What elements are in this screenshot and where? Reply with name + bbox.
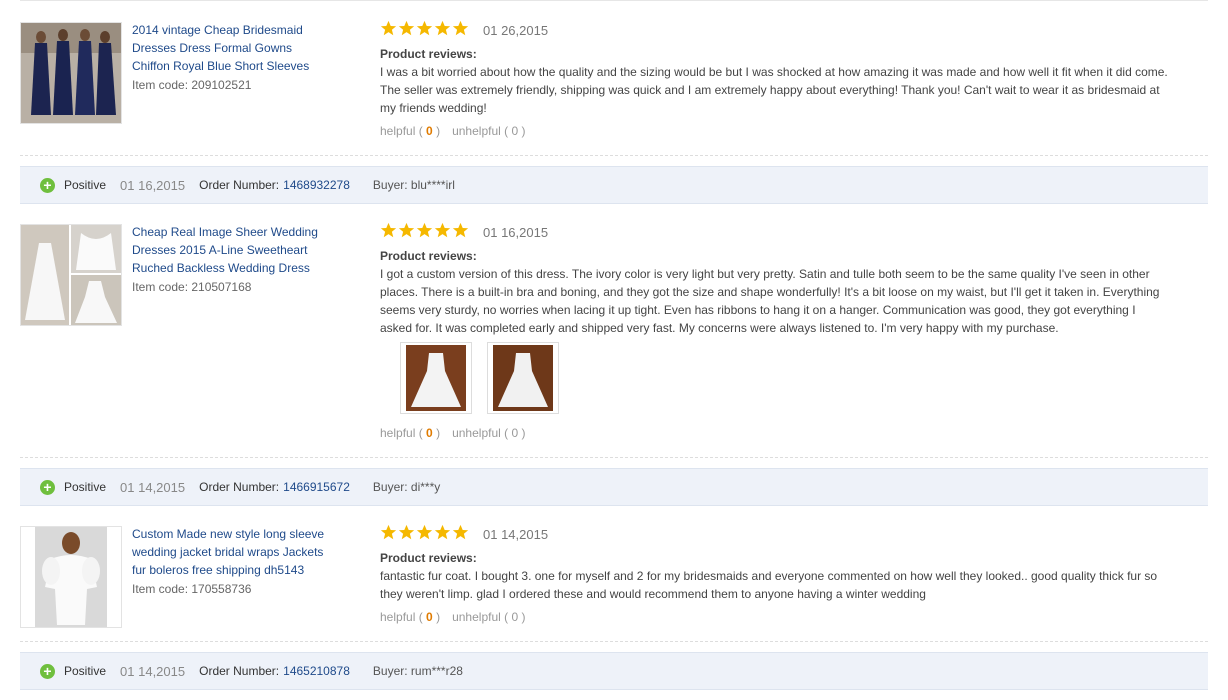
divider <box>20 641 1208 642</box>
order-number-label: Order Number: <box>199 664 280 678</box>
review-text: I was a bit worried about how the qualit… <box>380 65 1168 115</box>
unhelpful-count: 0 <box>511 426 519 440</box>
review-text: I got a custom version of this dress. Th… <box>380 267 1160 335</box>
star-icon <box>398 20 415 36</box>
helpful-link[interactable]: helpful ( 0 ) <box>380 426 440 440</box>
item-code: Item code: 210507168 <box>132 280 252 294</box>
star-rating <box>380 222 469 242</box>
review-photo[interactable] <box>400 342 472 414</box>
item-code: Item code: 170558736 <box>132 582 252 596</box>
review-header-bar: + Positive 01 14,2015 Order Number: 1465… <box>20 652 1208 690</box>
plus-circle-icon: + <box>40 479 55 495</box>
product-reviews-label: Product reviews: <box>380 249 477 263</box>
star-icon <box>434 20 451 36</box>
item-code: Item code: 209102521 <box>132 78 252 92</box>
helpful-count: 0 <box>426 124 433 138</box>
star-icon <box>434 524 451 540</box>
order-number[interactable]: 1468932278 <box>283 178 350 192</box>
star-icon <box>398 524 415 540</box>
buyer-name: Buyer: di***y <box>372 480 441 494</box>
dress-photo-image <box>493 345 553 411</box>
buyer-name: Buyer: rum***r28 <box>372 664 463 678</box>
bridesmaid-dresses-image <box>21 23 121 123</box>
star-icon <box>398 222 415 238</box>
plus-circle-icon: + <box>40 663 55 679</box>
sentiment-label: Positive <box>64 480 107 494</box>
divider <box>20 457 1208 458</box>
review-header-bar: + Positive 01 16,2015 Order Number: 1468… <box>20 166 1208 204</box>
order-date: 01 16,2015 <box>120 177 186 193</box>
divider <box>20 155 1208 156</box>
product-title-link[interactable]: 2014 vintage Cheap Bridesmaid Dresses Dr… <box>132 21 332 75</box>
star-icon <box>452 20 469 36</box>
unhelpful-count: 0 <box>511 124 519 138</box>
helpful-count: 0 <box>426 610 433 624</box>
vote-row: helpful ( 0 ) unhelpful ( 0 ) <box>380 426 526 440</box>
product-thumbnail[interactable] <box>20 526 122 628</box>
unhelpful-link[interactable]: unhelpful ( 0 ) <box>452 610 525 624</box>
dress-photo-image <box>406 345 466 411</box>
order-number[interactable]: 1465210878 <box>283 664 350 678</box>
review-date: 01 14,2015 <box>483 527 549 542</box>
vote-row: helpful ( 0 ) unhelpful ( 0 ) <box>380 124 526 138</box>
helpful-link[interactable]: helpful ( 0 ) <box>380 124 440 138</box>
star-icon <box>416 524 433 540</box>
helpful-link[interactable]: helpful ( 0 ) <box>380 610 440 624</box>
product-thumbnail[interactable] <box>20 224 122 326</box>
star-icon <box>380 524 397 540</box>
product-title-link[interactable]: Custom Made new style long sleeve weddin… <box>132 525 332 579</box>
fur-bolero-image <box>21 527 121 627</box>
plus-circle-icon: + <box>40 177 55 193</box>
product-reviews-label: Product reviews: <box>380 551 477 565</box>
sentiment-label: Positive <box>64 178 107 192</box>
review-text: fantastic fur coat. I bought 3. one for … <box>380 569 1158 601</box>
buyer-name: Buyer: blu****irl <box>372 178 455 192</box>
order-date: 01 14,2015 <box>120 479 186 495</box>
order-number[interactable]: 1466915672 <box>283 480 350 494</box>
unhelpful-link[interactable]: unhelpful ( 0 ) <box>452 426 525 440</box>
top-divider <box>20 0 1208 1</box>
star-icon <box>416 20 433 36</box>
star-icon <box>452 222 469 238</box>
review-header-bar: + Positive 01 14,2015 Order Number: 1466… <box>20 468 1208 506</box>
review-date: 01 16,2015 <box>483 225 549 240</box>
sentiment-label: Positive <box>64 664 107 678</box>
order-number-label: Order Number: <box>199 480 280 494</box>
product-thumbnail[interactable] <box>20 22 122 124</box>
review-photo[interactable] <box>487 342 559 414</box>
vote-row: helpful ( 0 ) unhelpful ( 0 ) <box>380 610 526 624</box>
star-rating <box>380 524 469 544</box>
star-rating <box>380 20 469 40</box>
star-icon <box>380 222 397 238</box>
order-date: 01 14,2015 <box>120 663 186 679</box>
star-icon <box>416 222 433 238</box>
product-reviews-label: Product reviews: <box>380 47 477 61</box>
unhelpful-count: 0 <box>511 610 519 624</box>
order-number-label: Order Number: <box>199 178 280 192</box>
product-title-link[interactable]: Cheap Real Image Sheer Wedding Dresses 2… <box>132 223 332 277</box>
unhelpful-link[interactable]: unhelpful ( 0 ) <box>452 124 525 138</box>
wedding-dress-image <box>21 225 121 325</box>
star-icon <box>452 524 469 540</box>
helpful-count: 0 <box>426 426 433 440</box>
review-date: 01 26,2015 <box>483 23 549 38</box>
star-icon <box>380 20 397 36</box>
star-icon <box>434 222 451 238</box>
